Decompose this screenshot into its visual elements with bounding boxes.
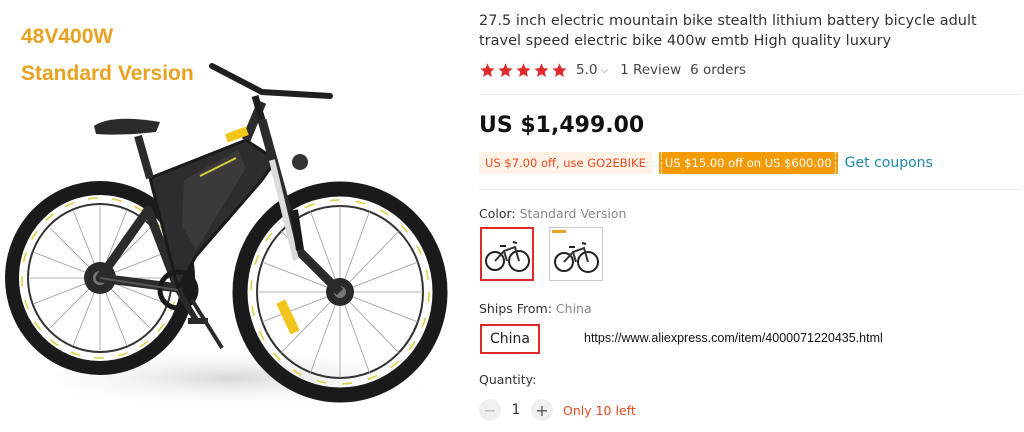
- reviews-link[interactable]: 1 Review: [620, 62, 681, 78]
- star-rating[interactable]: [479, 62, 568, 79]
- ships-from-label-text: Ships From:: [479, 301, 552, 316]
- quantity-value[interactable]: 1: [501, 402, 531, 418]
- quantity-stepper: − 1 + Only 10 left: [479, 398, 636, 422]
- coupon-row: US $7.00 off, use GO2EBIKE US $15.00 off…: [479, 152, 933, 174]
- get-coupons-link[interactable]: Get coupons: [845, 155, 933, 171]
- color-label: Color: Standard Version: [479, 206, 626, 221]
- color-label-text: Color:: [479, 206, 516, 221]
- store-coupon-badge[interactable]: US $7.00 off, use GO2EBIKE: [479, 152, 652, 174]
- orders-count: 6 orders: [690, 62, 747, 78]
- image-overlay-voltage: 48V400W: [21, 25, 114, 48]
- quantity-decrease-button[interactable]: −: [479, 399, 501, 421]
- ships-from-option-china[interactable]: China: [480, 324, 540, 354]
- chevron-down-icon[interactable]: ⌵: [600, 65, 608, 76]
- divider: [479, 94, 1021, 95]
- color-option-standard-version[interactable]: [480, 227, 534, 281]
- color-option-variant-2[interactable]: [549, 227, 603, 281]
- star-icon: [516, 62, 531, 77]
- star-icon: [534, 62, 549, 77]
- seat: [94, 118, 160, 135]
- product-url-note: https://www.aliexpress.com/item/40000712…: [584, 331, 883, 345]
- product-info-panel: 27.5 inch electric mountain bike stealth…: [479, 0, 1024, 432]
- star-icon: [498, 62, 513, 77]
- star-icon: [480, 62, 495, 77]
- ships-from-selected-value: China: [555, 301, 592, 316]
- rating-row: 5.0 ⌵ 1 Review 6 orders: [479, 61, 746, 79]
- product-title: 27.5 inch electric mountain bike stealth…: [479, 13, 977, 49]
- product-image[interactable]: 48V400W Standard Version: [0, 0, 462, 432]
- quantity-label: Quantity:: [479, 372, 537, 387]
- color-selected-value: Standard Version: [519, 206, 627, 221]
- image-overlay-version: Standard Version: [21, 62, 194, 85]
- rating-score[interactable]: 5.0: [576, 62, 597, 78]
- quantity-increase-button[interactable]: +: [531, 399, 553, 421]
- platform-coupon-badge[interactable]: US $15.00 off on US $600.00: [658, 152, 838, 174]
- bike-thumbnail-icon: [552, 230, 599, 273]
- product-price: US $1,499.00: [479, 113, 645, 138]
- stock-notice: Only 10 left: [563, 402, 636, 418]
- ships-from-label: Ships From: China: [479, 301, 592, 316]
- bike-thumbnail-icon: [485, 241, 530, 272]
- star-icon: [552, 62, 567, 77]
- divider: [479, 189, 1021, 190]
